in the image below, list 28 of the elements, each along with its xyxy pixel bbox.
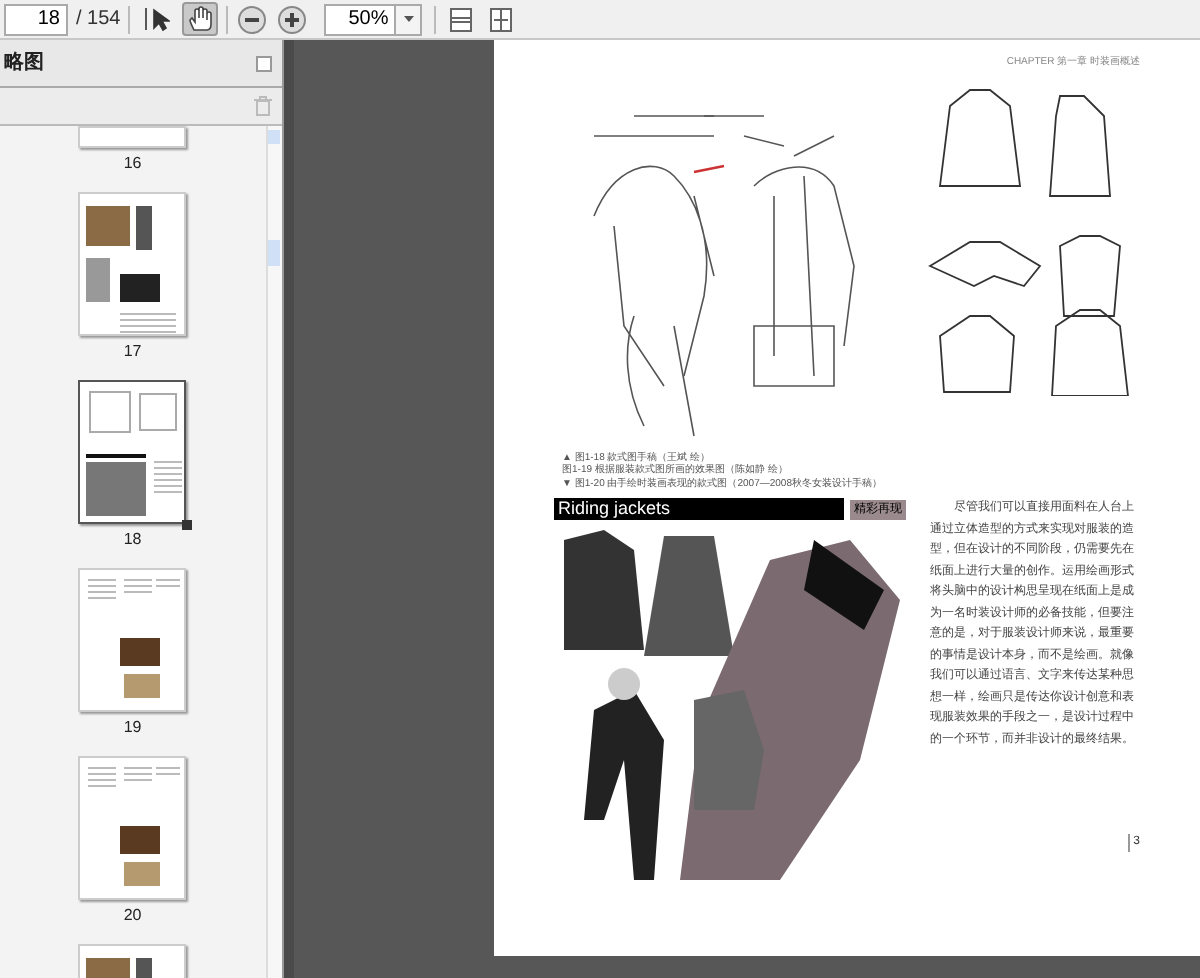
page-label: 16 (123, 152, 142, 176)
page-number-field[interactable]: 18 (4, 3, 68, 35)
resize-handle[interactable] (182, 520, 193, 530)
page-label: 17 (123, 340, 142, 364)
caret-icon (403, 16, 414, 22)
fit-width-button[interactable] (484, 3, 517, 35)
page-thumbnail[interactable] (78, 380, 187, 524)
zoom-in-icon (278, 5, 307, 33)
page-label: 19 (123, 716, 142, 740)
zoom-out-icon (238, 5, 267, 33)
scrollbar[interactable] (265, 126, 282, 978)
options-icon[interactable] (255, 55, 272, 71)
zoom-in-button[interactable] (276, 3, 309, 35)
zoom-out-button[interactable] (236, 3, 269, 35)
hand-icon (188, 6, 213, 32)
page-icon (489, 7, 512, 31)
page-label: 18 (123, 528, 142, 552)
cursor-icon (143, 6, 170, 32)
scroll-thumb[interactable] (268, 240, 281, 266)
fit-page-button[interactable] (444, 3, 477, 35)
zoom-dropdown-button[interactable] (396, 3, 423, 35)
zoom-field[interactable]: 50% (324, 3, 397, 35)
panel-title: 略图 (4, 49, 44, 78)
hand-tool-button[interactable] (182, 2, 219, 36)
section-title: Riding jackets (554, 498, 844, 520)
page-icon (449, 7, 472, 31)
page-count: / 154 (76, 6, 121, 34)
page-label: 20 (123, 904, 142, 928)
